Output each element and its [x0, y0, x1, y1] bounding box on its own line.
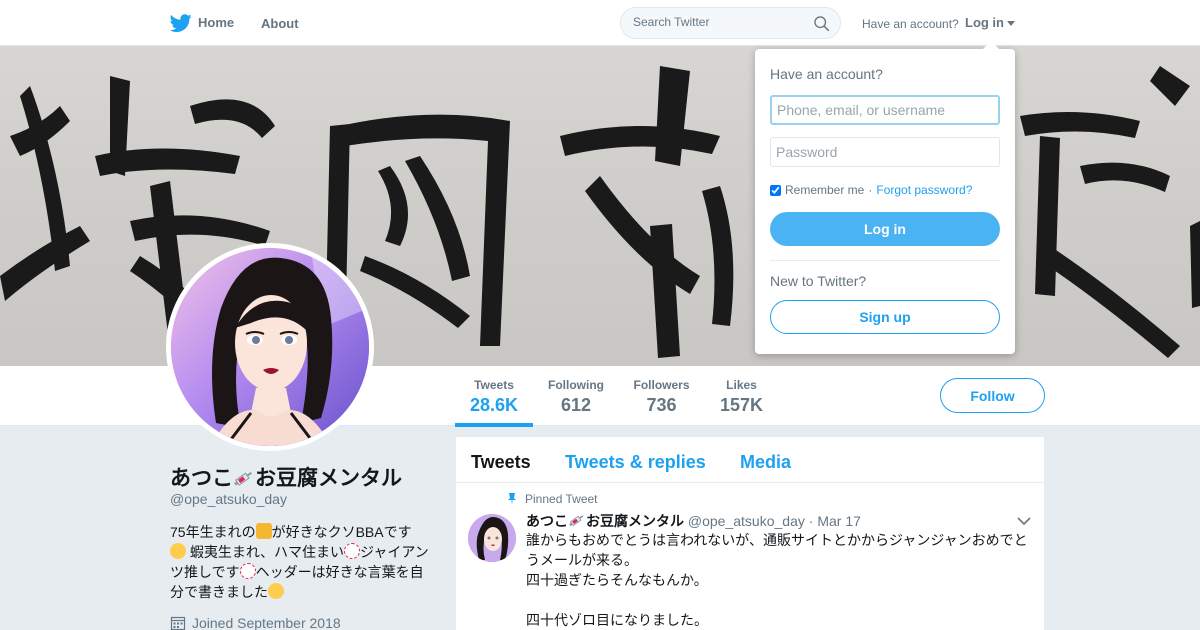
stat-tweets-value[interactable]: 28.6K: [456, 395, 532, 416]
tweet-author-name[interactable]: あつこ お豆腐メンタル: [526, 513, 684, 529]
profile-avatar[interactable]: [166, 243, 374, 451]
tweet-date[interactable]: Mar 17: [817, 513, 861, 529]
beer-emoji-icon: [255, 523, 272, 539]
stat-likes[interactable]: Likes 157K: [716, 378, 767, 416]
top-nav: Home About Have an account? Log in: [0, 0, 1200, 46]
stat-followers-value[interactable]: 736: [630, 395, 693, 416]
tweet-line: 四十代ゾロ目になりました。: [526, 612, 708, 628]
profile-name-text[interactable]: あつこ: [170, 467, 233, 490]
pinned-label: Pinned Tweet: [525, 492, 598, 506]
remember-me-label[interactable]: Remember me: [785, 183, 864, 197]
stat-following-value[interactable]: 612: [543, 395, 609, 416]
avatar-illustration: [171, 248, 369, 446]
tongue-face-emoji-icon: [170, 543, 186, 559]
profile-handle[interactable]: @ope_atsuko_day: [170, 491, 287, 507]
login-dropdown: Have an account? Remember me · Forgot pa…: [755, 41, 1015, 354]
tweet-line-blank: [526, 590, 1034, 610]
stat-following-label[interactable]: Following: [543, 378, 609, 392]
avatar-portrait-image: [171, 248, 369, 446]
stat-tweets[interactable]: Tweets 28.6K: [456, 378, 532, 416]
profile-name[interactable]: あつこ お豆腐メンタル: [170, 462, 402, 492]
nav-home-link[interactable]: Home: [170, 14, 234, 33]
caret-down-icon: [1007, 20, 1015, 26]
username-field[interactable]: [770, 95, 1000, 125]
tweet-line: 四十過ぎたらそんなもんか。: [526, 572, 708, 588]
baseball-emoji-icon: [344, 543, 361, 559]
follow-button[interactable]: Follow: [940, 378, 1045, 413]
tweet-text: 誰からもおめでとうは言われないが、通販サイトとかからジャンジャンおめでとうメール…: [526, 530, 1034, 630]
tab-media[interactable]: Media: [740, 452, 791, 473]
separator-dot: ·: [868, 183, 873, 197]
chevron-down-icon[interactable]: [1017, 516, 1031, 526]
tweet-author-name-text[interactable]: あつこ: [526, 513, 568, 529]
smiling-face-emoji-icon: [268, 583, 284, 599]
signup-button[interactable]: Sign up: [770, 300, 1000, 334]
password-field[interactable]: [770, 137, 1000, 167]
tab-tweets[interactable]: Tweets: [471, 452, 531, 473]
joined-date: Joined September 2018: [192, 615, 341, 630]
profile-joined: Joined September 2018: [170, 615, 341, 630]
stat-likes-value[interactable]: 157K: [716, 395, 767, 416]
login-dropdown-toggle[interactable]: Log in: [965, 15, 1015, 30]
tweet-avatar[interactable]: [468, 514, 516, 562]
twitter-bird-icon[interactable]: [170, 12, 192, 34]
have-account-text: Have an account?: [862, 17, 959, 31]
dropdown-title: Have an account?: [770, 66, 883, 82]
login-button[interactable]: Log in: [770, 212, 1000, 246]
stat-likes-label[interactable]: Likes: [716, 378, 767, 392]
tweet-line: 誰からもおめでとうは言われないが、通販サイトとかからジャンジャンおめでとうメール…: [526, 532, 1028, 568]
syringe-emoji-icon: [233, 468, 255, 488]
syringe-emoji-icon: [568, 512, 586, 528]
new-to-twitter-text: New to Twitter?: [770, 273, 867, 289]
tab-tweets-replies[interactable]: Tweets & replies: [565, 452, 706, 473]
search-box[interactable]: [620, 7, 841, 39]
tweet-author-handle[interactable]: @ope_atsuko_day: [688, 513, 805, 529]
stat-followers-label[interactable]: Followers: [630, 378, 693, 392]
stat-tweets-label[interactable]: Tweets: [456, 378, 532, 392]
pin-icon: [508, 493, 516, 505]
remember-row: Remember me · Forgot password?: [770, 183, 972, 197]
remember-me-checkbox[interactable]: [770, 184, 781, 196]
tweet-separator: ·: [808, 513, 814, 529]
profile-bio: 75年生まれの が好きなクソBBAです 蝦夷生まれ、ハマ住まい ジャイアンツ推しです…: [170, 522, 435, 602]
timeline: Tweets Tweets & replies Media Pinned Twe…: [456, 437, 1044, 630]
stat-following[interactable]: Following 612: [543, 378, 609, 416]
baseball-emoji-icon: [239, 563, 256, 579]
timeline-tabs: Tweets Tweets & replies Media: [456, 437, 1044, 483]
search-input[interactable]: [633, 15, 803, 29]
pinned-indicator: Pinned Tweet: [507, 492, 598, 506]
search-icon[interactable]: [813, 15, 830, 32]
active-tab-indicator: [455, 423, 533, 427]
bio-text-1: 75年生まれの: [170, 524, 256, 540]
nav-about-link[interactable]: About: [261, 16, 299, 31]
nav-home-label[interactable]: Home: [198, 15, 234, 30]
forgot-password-link[interactable]: Forgot password?: [876, 183, 972, 197]
login-toggle-label[interactable]: Log in: [965, 15, 1004, 30]
calendar-icon: [170, 616, 186, 630]
dropdown-divider: [770, 260, 1000, 261]
stat-followers[interactable]: Followers 736: [630, 378, 693, 416]
bio-text-2: が好きなクソBBAです: [271, 524, 412, 540]
tweet-author-name-suffix[interactable]: お豆腐メンタル: [586, 513, 684, 529]
profile-name-suffix[interactable]: お豆腐メンタル: [255, 467, 402, 490]
bio-text-3: 蝦夷生まれ、ハマ住まい: [186, 544, 345, 560]
tweet-header: あつこ お豆腐メンタル @ope_atsuko_day · Mar 17: [526, 511, 861, 531]
